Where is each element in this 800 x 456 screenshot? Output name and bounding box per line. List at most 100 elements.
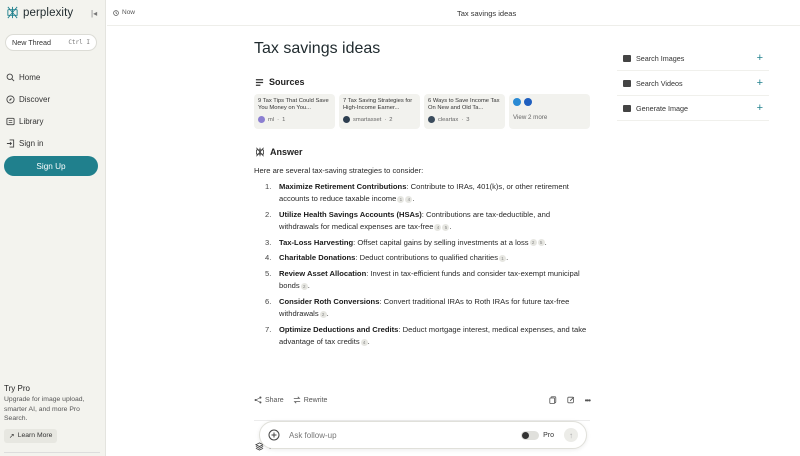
favicon-icon [258,116,265,123]
item-number: 5. [265,268,272,278]
arrow-up-icon: ↑ [569,430,573,440]
item-term: Optimize Deductions and Credits [279,324,399,334]
source-site: cleartax [438,116,459,123]
sidebar-item-label: Library [19,116,44,126]
citation-badge[interactable]: 1 [397,195,405,203]
citation-badge[interactable]: 4 [434,223,442,231]
source-index: 1 [282,116,286,123]
favicon-icon [513,98,521,106]
submit-button[interactable]: ↑ [564,428,578,442]
item-text: : Deduct contributions to qualified char… [355,253,499,262]
item-number: 3. [265,237,272,247]
learn-more-label: Learn More [17,432,53,439]
item-end: . [326,309,329,318]
source-meta: cleartax · 3 [428,116,501,123]
answer-intro: Here are several tax-saving strategies t… [254,166,424,175]
new-thread-button[interactable]: New Thread Ctrl I [5,34,97,51]
library-icon [6,117,15,125]
source-index: 3 [466,116,470,123]
citation-badge[interactable]: 4 [360,338,368,346]
source-card[interactable]: 9 Tax Tips That Could Save You Money on … [254,94,335,129]
clock-icon [113,9,119,16]
source-meta: smartasset · 2 [343,116,416,123]
try-pro-panel: Try Pro Upgrade for image upload, smarte… [4,384,100,443]
item-number: 7. [265,324,272,334]
sidebar-item-home[interactable]: Home [6,66,50,88]
arrow-up-right-icon: ↗ [9,432,15,440]
add-attachment-icon[interactable] [268,429,280,441]
item-term: Charitable Donations [279,253,356,262]
share-button[interactable]: Share [254,396,284,404]
citation-badge[interactable]: 2 [319,310,327,318]
signin-icon [6,138,15,148]
favicon-icon [343,116,350,123]
sidebar-item-discover[interactable]: Discover [6,88,50,110]
sources-icon [255,78,264,86]
logo[interactable]: perplexity [6,6,73,19]
citation-badge[interactable]: 5 [537,239,545,246]
media-label: Search Images [636,53,685,63]
pro-toggle[interactable] [521,430,540,440]
sidebar-nav: Home Discover Library Sign in [6,66,50,154]
page-title: Tax savings ideas [254,40,381,57]
view-more-sources[interactable]: View 2 more [509,94,590,129]
plus-icon[interactable]: + [757,102,763,114]
citation-badge[interactable]: 1 [499,254,507,262]
source-card[interactable]: 6 Ways to Save Income Tax On New and Old… [424,94,505,129]
more-favicons [513,98,586,106]
main-content: Tax savings ideas Sources 9 Tax Tips Tha… [254,40,594,451]
view-more-label: View 2 more [513,114,548,121]
favicon-icon [428,116,435,123]
source-site: smartasset [353,116,382,123]
item-term: Review Asset Allocation [279,268,367,278]
source-card[interactable]: 7 Tax Saving Strategies for High-Income … [339,94,420,129]
learn-more-button[interactable]: ↗ Learn More [4,428,58,443]
search-videos-row[interactable]: Search Videos + [617,71,769,96]
answer-actions: Share Rewrite ••• [254,394,591,406]
plus-icon[interactable]: + [757,77,763,89]
item-number: 1. [265,181,272,191]
sidebar-item-library[interactable]: Library [6,110,50,132]
sources-heading: Sources [255,77,305,87]
list-item: 6. Consider Roth Conversions: Convert tr… [254,296,590,321]
item-text: : Offset capital gains by selling invest… [353,237,529,247]
answer-list: 1. Maximize Retirement Contributions: Co… [254,181,590,349]
perplexity-answer-icon [256,147,264,157]
collapse-sidebar-icon[interactable]: |◂ [91,9,97,18]
search-images-row[interactable]: Search Images + [617,46,769,71]
list-item: 3. Tax-Loss Harvesting: Offset capital g… [254,237,590,250]
sidebar: perplexity |◂ New Thread Ctrl I Home Dis… [0,0,106,456]
item-number: 4. [265,253,272,262]
source-site: ml [268,116,275,123]
logo-text: perplexity [23,6,74,19]
plus-icon[interactable]: + [757,52,763,64]
rewrite-label: Rewrite [303,396,328,404]
item-end: . [544,237,547,247]
favicon-icon [524,98,532,106]
rewrite-icon [293,396,301,404]
sidebar-item-signin[interactable]: Sign in [6,132,50,154]
list-item: 4. Charitable Donations: Deduct contribu… [254,252,590,265]
more-options-icon[interactable]: ••• [585,396,591,405]
list-item: 5. Review Asset Allocation: Invest in ta… [254,268,590,293]
video-icon [623,79,631,87]
generate-image-row[interactable]: Generate Image + [617,96,769,121]
rewrite-button[interactable]: Rewrite [293,396,328,404]
dot-separator: · [384,116,387,123]
list-item: 1. Maximize Retirement Contributions: Co… [254,181,590,206]
edit-icon[interactable] [566,396,575,404]
thread-time: Now [113,9,135,16]
citation-badge[interactable]: 2 [300,282,308,290]
follow-up-input[interactable]: Ask follow-up [289,431,337,440]
sign-up-button[interactable]: Sign Up [4,156,98,176]
compass-icon [6,94,15,104]
app-window: perplexity |◂ New Thread Ctrl I Home Dis… [0,0,800,456]
citation-badge[interactable]: 2 [529,239,537,246]
follow-up-bar: Ask follow-up Pro ↑ [259,421,587,449]
generate-image-icon [623,104,631,112]
dot-separator: · [461,116,464,123]
sidebar-item-label: Home [19,72,41,82]
copy-icon[interactable] [548,395,557,404]
item-term: Maximize Retirement Contributions [279,181,407,191]
answer-heading: Answer [255,147,303,157]
